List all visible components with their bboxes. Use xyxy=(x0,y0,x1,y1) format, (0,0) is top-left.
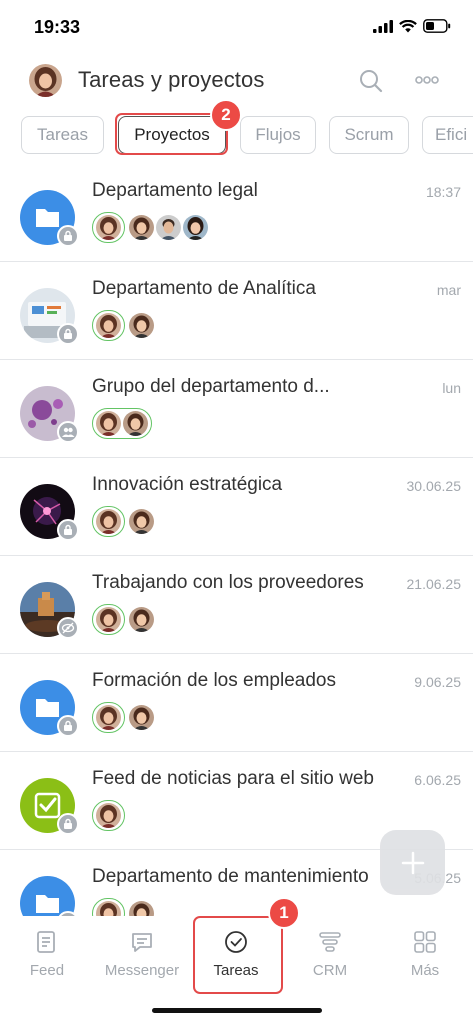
member-avatar xyxy=(96,508,121,534)
project-list: Departamento legal 18:37 Departamento de… xyxy=(0,164,473,916)
signal-icon xyxy=(373,19,393,33)
nav-label: CRM xyxy=(312,962,348,979)
member-avatar xyxy=(129,900,154,916)
tab-flujos[interactable]: Flujos xyxy=(240,116,316,154)
lock-icon xyxy=(57,323,79,345)
member-avatar xyxy=(96,312,121,338)
owner-group xyxy=(92,603,125,635)
wifi-icon xyxy=(399,19,417,32)
more-icon[interactable] xyxy=(412,70,442,90)
status-time: 19:33 xyxy=(34,17,81,37)
member-avatar xyxy=(96,214,121,240)
tabs-step-badge: 2 xyxy=(210,99,242,131)
project-members xyxy=(92,603,156,635)
member-avatar xyxy=(129,312,154,338)
member-avatar xyxy=(96,606,121,632)
owner-group xyxy=(92,309,125,341)
member-avatar xyxy=(129,214,154,240)
project-date: 9.06.25 xyxy=(414,674,461,690)
project-members xyxy=(92,407,156,439)
nav-label: Messenger xyxy=(104,962,180,979)
project-title: Trabajando con los proveedores xyxy=(92,572,364,593)
owner-group xyxy=(92,505,125,537)
plus-icon xyxy=(401,851,424,874)
messenger-icon xyxy=(128,928,156,956)
lock-icon xyxy=(57,813,79,835)
project-title: Departamento de Analítica xyxy=(92,278,316,299)
project-title: Grupo del departamento d... xyxy=(92,376,330,397)
page-title: Tareas y proyectos xyxy=(78,67,265,92)
header: Tareas y proyectos xyxy=(0,56,473,106)
nav-tareas[interactable]: Tareas xyxy=(190,928,282,988)
nav-step-badge: 1 xyxy=(268,897,300,929)
project-title: Formación de los empleados xyxy=(92,670,336,691)
add-button[interactable] xyxy=(380,830,445,895)
status-bar: 19:33 xyxy=(0,0,473,56)
project-members xyxy=(92,701,156,733)
tasks-icon xyxy=(222,928,250,956)
nav-label: Más xyxy=(410,962,440,979)
member-avatar xyxy=(129,606,154,632)
lock-icon xyxy=(57,715,79,737)
eye-off-icon xyxy=(57,617,79,639)
owner-group xyxy=(92,211,125,243)
project-title: Innovación estratégica xyxy=(92,474,283,495)
nav-feed[interactable]: Feed xyxy=(1,928,93,988)
home-indicator xyxy=(152,1008,322,1013)
owner-group xyxy=(92,897,125,916)
member-avatar xyxy=(129,704,154,730)
nav-mas[interactable]: Más xyxy=(379,928,471,988)
project-members xyxy=(92,505,156,537)
member-avatar xyxy=(156,214,181,240)
list-item[interactable]: Trabajando con los proveedores 21.06.25 xyxy=(0,556,473,654)
lock-icon xyxy=(57,519,79,541)
project-date: mar xyxy=(436,282,461,298)
project-title: Feed de noticias para el sitio web xyxy=(92,768,374,789)
project-date: 21.06.25 xyxy=(406,576,462,592)
member-avatar xyxy=(183,214,208,240)
member-avatar xyxy=(96,802,121,828)
member-avatar xyxy=(129,508,154,534)
status-icons xyxy=(373,19,451,33)
list-item[interactable]: Grupo del departamento d... lun xyxy=(0,360,473,458)
tab-eficiencia[interactable]: Efici xyxy=(422,116,473,154)
list-item[interactable]: Formación de los empleados 9.06.25 xyxy=(0,654,473,752)
member-avatar xyxy=(96,900,121,916)
tab-proyectos[interactable]: Proyectos xyxy=(118,116,226,154)
project-date: 18:37 xyxy=(425,184,461,200)
nav-messenger[interactable]: Messenger xyxy=(96,928,188,988)
project-title: Departamento de mantenimiento xyxy=(92,866,369,887)
member-avatar xyxy=(96,410,121,436)
owner-group xyxy=(92,407,152,439)
project-date: 30.06.25 xyxy=(406,478,462,494)
group-icon xyxy=(57,421,79,443)
owner-group xyxy=(92,799,125,831)
project-members xyxy=(92,799,129,831)
user-avatar[interactable] xyxy=(29,64,62,97)
list-item[interactable]: Departamento legal 18:37 xyxy=(0,164,473,262)
nav-crm[interactable]: CRM xyxy=(284,928,376,988)
crm-icon xyxy=(316,928,344,956)
feed-icon xyxy=(33,928,61,956)
project-members xyxy=(92,309,156,341)
member-avatar xyxy=(123,410,148,436)
nav-label: Feed xyxy=(29,962,65,979)
owner-group xyxy=(92,701,125,733)
search-icon[interactable] xyxy=(358,68,384,94)
tab-tareas[interactable]: Tareas xyxy=(21,116,104,154)
list-item[interactable]: Departamento de Analítica mar xyxy=(0,262,473,360)
battery-icon xyxy=(423,19,451,33)
nav-label: Tareas xyxy=(213,962,259,979)
more-apps-icon xyxy=(411,928,439,956)
project-members xyxy=(92,897,156,916)
project-date: lun xyxy=(442,380,461,396)
tab-scrum[interactable]: Scrum xyxy=(329,116,409,154)
folder-avatar xyxy=(20,876,75,916)
project-members xyxy=(92,211,210,243)
project-title: Departamento legal xyxy=(92,180,258,201)
project-date: 6.06.25 xyxy=(414,772,461,788)
lock-icon xyxy=(57,225,79,247)
member-avatar xyxy=(96,704,121,730)
list-item[interactable]: Innovación estratégica 30.06.25 xyxy=(0,458,473,556)
